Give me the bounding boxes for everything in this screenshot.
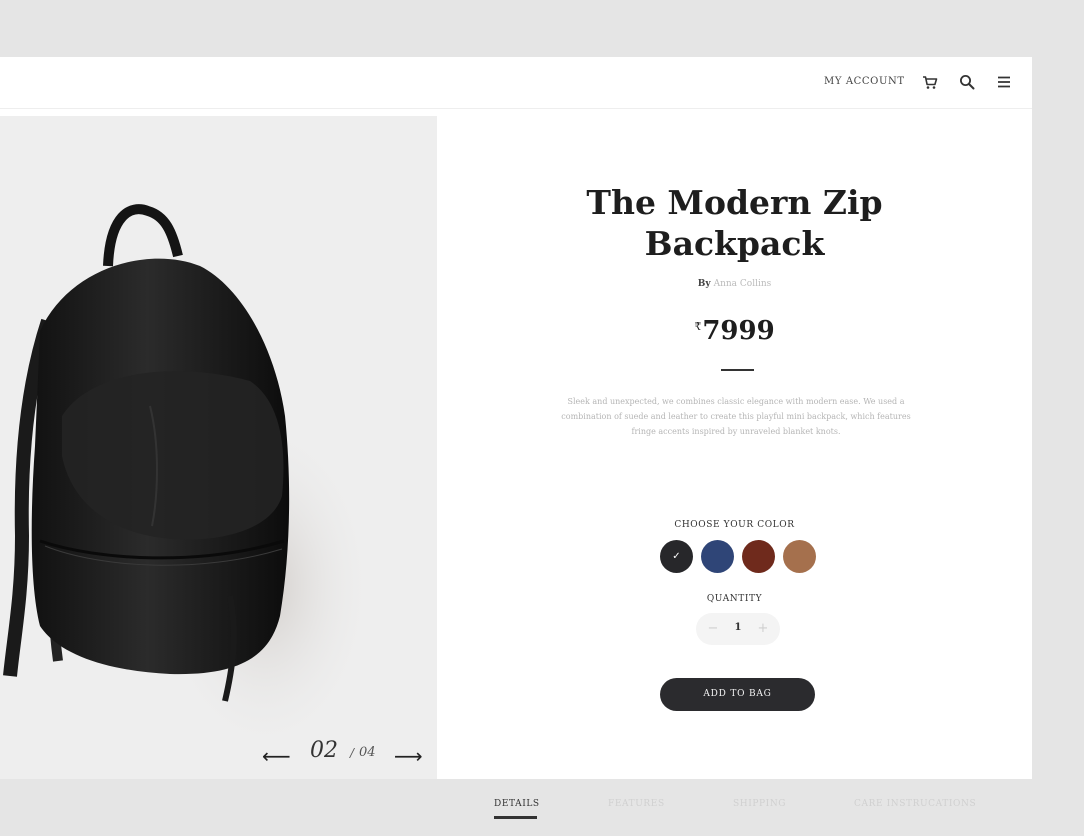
swatch-black[interactable]: ✓: [660, 540, 693, 573]
quantity-increase-button[interactable]: +: [754, 620, 772, 638]
price-divider: [721, 369, 754, 371]
total-image-count: 04: [359, 745, 376, 760]
tab-features[interactable]: FEATURES: [608, 799, 665, 809]
next-image-arrow[interactable]: ⟶: [394, 746, 423, 766]
tab-shipping[interactable]: SHIPPING: [733, 799, 786, 809]
quantity-stepper: − 1 +: [696, 613, 780, 645]
currency-symbol: ₹: [694, 320, 702, 333]
check-icon: ✓: [672, 551, 681, 562]
color-label: CHOOSE YOUR COLOR: [674, 520, 795, 530]
product-description: Sleek and unexpected, we combines classi…: [561, 397, 911, 436]
add-to-bag-button[interactable]: ADD TO BAG: [660, 678, 815, 711]
quantity-label: QUANTITY: [706, 594, 763, 604]
image-pager: ⟵ 02 / 04 ⟶: [262, 738, 432, 768]
product-card: MY ACCOUNT ⟵ 02 / 04 ⟶ The Modern Zip Ba…: [0, 57, 1032, 819]
my-account-link[interactable]: MY ACCOUNT: [824, 76, 905, 87]
by-label: By: [697, 279, 711, 289]
swatch-tan[interactable]: [783, 540, 816, 573]
product-title-line1: The Modern Zip: [586, 183, 883, 222]
product-price: ₹7999: [437, 316, 1032, 346]
prev-image-arrow[interactable]: ⟵: [262, 746, 291, 766]
product-detail: The Modern Zip Backpack By Anna Collins ₹…: [437, 116, 1032, 819]
swatch-brown[interactable]: [742, 540, 775, 573]
product-title-line2: Backpack: [644, 224, 825, 263]
quantity-value[interactable]: 1: [724, 622, 752, 633]
product-title: The Modern Zip Backpack: [437, 182, 1032, 264]
swatch-navy[interactable]: [701, 540, 734, 573]
product-byline: By Anna Collins: [437, 279, 1032, 289]
info-tabs: DETAILS FEATURES SHIPPING CARE INSTRUCAT…: [437, 799, 1032, 829]
product-image-panel: ⟵ 02 / 04 ⟶: [0, 116, 437, 779]
tab-details[interactable]: DETAILS: [494, 799, 540, 809]
quantity-decrease-button[interactable]: −: [704, 620, 722, 638]
active-tab-indicator: [494, 816, 537, 819]
author-name[interactable]: Anna Collins: [714, 279, 772, 289]
pager-separator: /: [350, 746, 355, 760]
price-value: 7999: [702, 316, 775, 346]
search-icon[interactable]: [958, 73, 976, 91]
menu-icon[interactable]: [995, 73, 1013, 91]
cart-icon[interactable]: [921, 73, 939, 91]
current-image-number: 02: [310, 738, 338, 763]
top-nav: MY ACCOUNT: [0, 57, 1032, 109]
color-swatches: ✓: [660, 540, 820, 574]
tab-care-instructions[interactable]: CARE INSTRUCATIONS: [854, 799, 976, 809]
backpack-image: [3, 204, 375, 756]
